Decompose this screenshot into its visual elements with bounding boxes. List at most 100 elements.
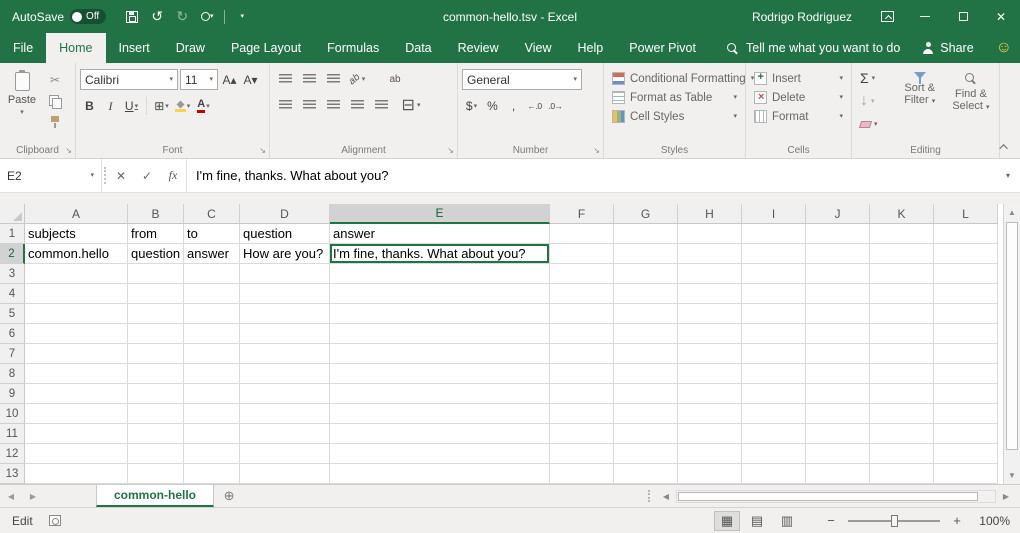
format-cells-button[interactable]: Format ▾	[750, 107, 847, 126]
column-header-L[interactable]: L	[934, 204, 998, 224]
cell-E3[interactable]	[330, 264, 550, 284]
cell-D13[interactable]	[240, 464, 330, 484]
ribbon-tab-page-layout[interactable]: Page Layout	[218, 33, 314, 63]
cell-B13[interactable]	[128, 464, 184, 484]
number-dialog-launcher[interactable]: ↘	[593, 147, 600, 155]
font-dialog-launcher[interactable]: ↘	[259, 147, 266, 155]
enter-entry-button[interactable]: ✓	[134, 169, 160, 183]
column-header-I[interactable]: I	[742, 204, 806, 224]
cell-I9[interactable]	[742, 384, 806, 404]
cell-E11[interactable]	[330, 424, 550, 444]
cell-H7[interactable]	[678, 344, 742, 364]
cell-L3[interactable]	[934, 264, 998, 284]
cell-C1[interactable]: to	[184, 224, 240, 244]
cell-D10[interactable]	[240, 404, 330, 424]
column-header-D[interactable]: D	[240, 204, 330, 224]
cell-I3[interactable]	[742, 264, 806, 284]
percent-style-button[interactable]: %	[483, 96, 502, 116]
cell-H3[interactable]	[678, 264, 742, 284]
share-button[interactable]: Share	[922, 41, 973, 55]
column-header-E[interactable]: E	[330, 204, 550, 224]
cell-A13[interactable]	[25, 464, 128, 484]
cell-H9[interactable]	[678, 384, 742, 404]
cell-E4[interactable]	[330, 284, 550, 304]
cell-C8[interactable]	[184, 364, 240, 384]
zoom-slider[interactable]	[848, 514, 940, 528]
cell-C4[interactable]	[184, 284, 240, 304]
increase-indent-button[interactable]	[370, 95, 392, 115]
cell-D4[interactable]	[240, 284, 330, 304]
cell-I11[interactable]	[742, 424, 806, 444]
cancel-entry-button[interactable]: ✕	[108, 169, 134, 183]
cell-E1[interactable]: answer	[330, 224, 550, 244]
cell-A5[interactable]	[25, 304, 128, 324]
cell-K7[interactable]	[870, 344, 934, 364]
align-right-button[interactable]	[322, 95, 344, 115]
cell-E12[interactable]	[330, 444, 550, 464]
borders-button[interactable]: ⊞▾	[152, 96, 171, 116]
cell-C6[interactable]	[184, 324, 240, 344]
vertical-scrollbar-thumb[interactable]	[1006, 222, 1018, 450]
cell-L13[interactable]	[934, 464, 998, 484]
cell-E9[interactable]	[330, 384, 550, 404]
cell-E10[interactable]	[330, 404, 550, 424]
cell-J11[interactable]	[806, 424, 870, 444]
cell-C9[interactable]	[184, 384, 240, 404]
cell-F5[interactable]	[550, 304, 614, 324]
row-header-10[interactable]: 10	[0, 404, 25, 424]
row-header-12[interactable]: 12	[0, 444, 25, 464]
cell-L6[interactable]	[934, 324, 998, 344]
cell-B10[interactable]	[128, 404, 184, 424]
cell-A11[interactable]	[25, 424, 128, 444]
cell-A8[interactable]	[25, 364, 128, 384]
cell-J2[interactable]	[806, 244, 870, 264]
zoom-out-button[interactable]: −	[822, 513, 840, 528]
cell-L8[interactable]	[934, 364, 998, 384]
cell-B8[interactable]	[128, 364, 184, 384]
cell-I7[interactable]	[742, 344, 806, 364]
row-header-4[interactable]: 4	[0, 284, 25, 304]
cell-C11[interactable]	[184, 424, 240, 444]
cell-K9[interactable]	[870, 384, 934, 404]
cell-A9[interactable]	[25, 384, 128, 404]
ribbon-tab-review[interactable]: Review	[445, 33, 512, 63]
normal-view-button[interactable]: ▦	[714, 511, 740, 531]
cell-H6[interactable]	[678, 324, 742, 344]
clear-button[interactable]: ▾	[856, 115, 893, 133]
vertical-scrollbar[interactable]: ▲ ▼	[1003, 204, 1020, 484]
macro-record-button[interactable]	[49, 515, 61, 526]
redo-button[interactable]: ↻	[170, 5, 194, 29]
cell-I4[interactable]	[742, 284, 806, 304]
page-break-view-button[interactable]: ▥	[774, 511, 800, 531]
cell-C13[interactable]	[184, 464, 240, 484]
insert-cells-button[interactable]: Insert ▾	[750, 69, 847, 88]
row-header-1[interactable]: 1	[0, 224, 25, 244]
bold-button[interactable]: B	[80, 96, 99, 116]
page-layout-view-button[interactable]: ▤	[744, 511, 770, 531]
comma-style-button[interactable]: ,	[504, 96, 523, 116]
cell-G2[interactable]	[614, 244, 678, 264]
cell-A7[interactable]	[25, 344, 128, 364]
cell-L12[interactable]	[934, 444, 998, 464]
wrap-text-button[interactable]: ab	[384, 69, 406, 89]
cell-F2[interactable]	[550, 244, 614, 264]
cell-B1[interactable]: from	[128, 224, 184, 244]
sort-filter-button[interactable]: Sort & Filter ▾	[896, 69, 944, 133]
cell-B7[interactable]	[128, 344, 184, 364]
increase-decimal-button[interactable]: ←.0	[525, 96, 544, 116]
cell-F13[interactable]	[550, 464, 614, 484]
tell-me-box[interactable]: Tell me what you want to do	[726, 41, 900, 55]
ribbon-display-options-button[interactable]	[868, 0, 906, 33]
row-header-11[interactable]: 11	[0, 424, 25, 444]
sheet-nav-left-button[interactable]: ◀	[0, 485, 22, 507]
select-all-button[interactable]	[0, 204, 25, 224]
cell-G11[interactable]	[614, 424, 678, 444]
cell-I6[interactable]	[742, 324, 806, 344]
cell-K11[interactable]	[870, 424, 934, 444]
cell-D6[interactable]	[240, 324, 330, 344]
ribbon-tab-power-pivot[interactable]: Power Pivot	[616, 33, 709, 63]
cell-A10[interactable]	[25, 404, 128, 424]
cell-K1[interactable]	[870, 224, 934, 244]
cell-K5[interactable]	[870, 304, 934, 324]
copy-button[interactable]	[45, 94, 65, 108]
